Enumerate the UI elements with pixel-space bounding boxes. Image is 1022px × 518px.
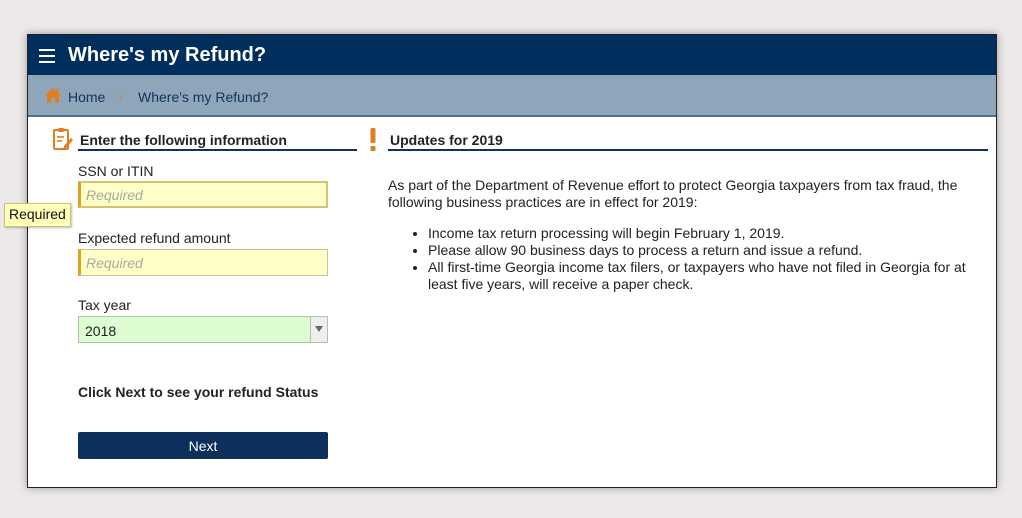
ssn-label: SSN or ITIN [78, 163, 154, 179]
breadcrumb-current-link[interactable]: Where's my Refund? [138, 89, 268, 105]
chevron-down-icon[interactable] [310, 317, 327, 342]
updates-heading: Updates for 2019 [388, 132, 988, 151]
required-tooltip: Required [4, 203, 71, 227]
tax-year-label: Tax year [78, 297, 131, 313]
updates-intro: As part of the Department of Revenue eff… [388, 177, 958, 210]
page-title: Where's my Refund? [68, 44, 267, 66]
breadcrumb: Home › Where's my Refund? [28, 75, 996, 117]
exclamation-icon [370, 128, 376, 151]
breadcrumb-home-link[interactable]: Home [68, 89, 105, 105]
home-icon[interactable] [44, 87, 62, 104]
app-window: Where's my Refund? Home › Where's my Ref… [4, 34, 997, 488]
list-item: Income tax return processing will begin … [428, 225, 988, 242]
next-button[interactable]: Next [78, 432, 328, 459]
refund-amount-label: Expected refund amount [78, 230, 231, 246]
ssn-input[interactable] [78, 181, 328, 208]
instruction-text: Click Next to see your refund Status [78, 384, 319, 400]
header-bar: Where's my Refund? [28, 35, 996, 75]
updates-list: Income tax return processing will begin … [388, 225, 988, 293]
refund-amount-input[interactable] [78, 249, 328, 276]
tax-year-select[interactable]: 2018 [78, 316, 328, 343]
tax-year-value: 2018 [85, 323, 117, 339]
form-heading: Enter the following information [78, 132, 357, 151]
list-item: All first-time Georgia income tax filers… [428, 259, 988, 293]
menu-icon[interactable] [39, 49, 55, 63]
breadcrumb-separator: › [118, 88, 123, 103]
list-item: Please allow 90 business days to process… [428, 242, 988, 259]
clipboard-edit-icon [53, 128, 73, 150]
